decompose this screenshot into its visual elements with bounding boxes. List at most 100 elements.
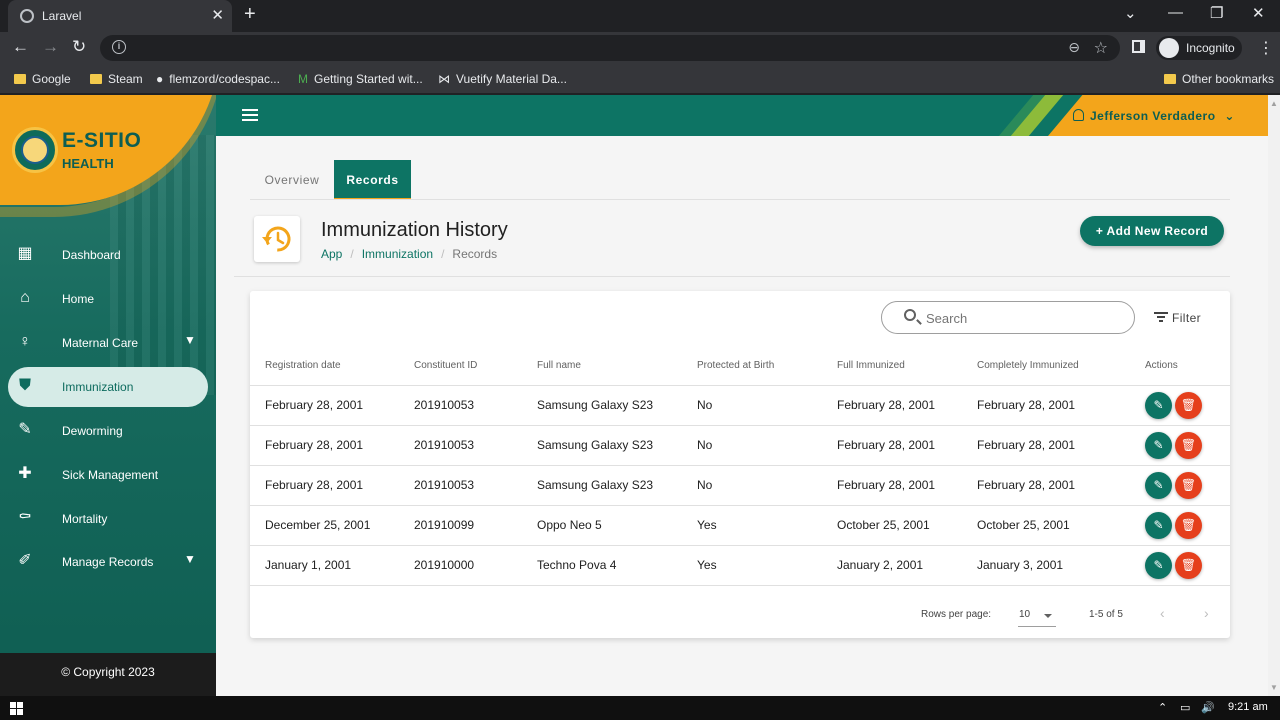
address-bar[interactable]: i ⊖ ☆ [100, 35, 1120, 61]
breadcrumb-link[interactable]: Immunization [362, 247, 433, 261]
table-row: January 1, 2001 201910000 Techno Pova 4 … [250, 545, 1230, 586]
table-row: December 25, 2001 201910099 Oppo Neo 5 Y… [250, 505, 1230, 546]
sidebar-item-dashboard[interactable]: ▦ Dashboard [0, 235, 216, 275]
other-bookmarks[interactable]: Other bookmarks [1164, 72, 1274, 86]
actions-cell: ✎ 🗑 [1130, 425, 1230, 466]
history-icon [254, 216, 300, 262]
zoom-icon[interactable]: ⊖ [1068, 39, 1080, 56]
page-scrollbar[interactable]: ▲ ▼ [1268, 95, 1280, 696]
delete-icon[interactable]: 🗑 [1175, 431, 1202, 459]
reload-icon[interactable]: ↻ [72, 37, 86, 57]
site-info-icon[interactable]: i [112, 40, 126, 54]
edit-icon[interactable]: ✎ [1145, 511, 1172, 539]
back-icon[interactable]: ← [12, 37, 29, 57]
search-input[interactable] [926, 309, 1116, 327]
sidebar-item-deworming[interactable]: ✎ Deworming [0, 411, 216, 451]
column-header[interactable]: Constituent ID [399, 346, 522, 386]
column-header[interactable]: Full name [522, 346, 682, 386]
bookmark-item[interactable]: Google [14, 72, 71, 86]
scroll-up-icon[interactable]: ▲ [1270, 99, 1278, 108]
table-cell: February 28, 2001 [962, 465, 1130, 506]
filter-button[interactable]: Filter [1154, 311, 1201, 325]
delete-icon[interactable]: 🗑 [1175, 511, 1202, 539]
tray-overflow-icon[interactable]: ⌃ [1158, 701, 1167, 714]
table-footer: Rows per page: 10 1-5 of 5 ‹ › [250, 593, 1230, 638]
tab-records[interactable]: Records [334, 160, 411, 200]
bookmark-label: Google [32, 72, 71, 86]
actions-cell: ✎ 🗑 [1130, 385, 1230, 426]
filter-icon [1154, 312, 1168, 322]
column-header[interactable]: Completely Immunized [962, 346, 1130, 386]
shield-check-icon: ⛊ [18, 377, 31, 394]
user-menu-button[interactable]: Jefferson Verdadero ⌄ [1073, 109, 1235, 123]
folder-icon [1164, 74, 1176, 84]
pagination-range: 1-5 of 5 [1089, 609, 1123, 620]
side-panel-icon[interactable] [1132, 40, 1145, 53]
browser-menu-icon[interactable]: ⋮ [1258, 38, 1274, 58]
actions-cell: ✎ 🗑 [1130, 505, 1230, 546]
column-header[interactable]: Protected at Birth [682, 346, 822, 386]
bookmarks-bar: Google Steam ● flemzord/codespac... M Gett… [0, 64, 1280, 94]
rows-per-page-select[interactable]: 10 [1018, 605, 1056, 627]
folder-icon [90, 74, 102, 84]
tab-search-icon[interactable]: ⌄ [1124, 4, 1137, 22]
delete-icon[interactable]: 🗑 [1175, 551, 1202, 579]
sidebar-item-home[interactable]: ⌂ Home [0, 279, 216, 319]
minimize-icon[interactable]: — [1168, 4, 1183, 21]
breadcrumb-link[interactable]: App [321, 247, 342, 261]
sidebar-item-immunization[interactable]: ⛊ Immunization [8, 367, 208, 407]
clock[interactable]: 9:21 am [1228, 701, 1268, 713]
bookmark-item[interactable]: M Getting Started wit... [298, 72, 423, 86]
table-row: February 28, 2001 201910053 Samsung Gala… [250, 465, 1230, 506]
column-header[interactable]: Full Immunized [822, 346, 962, 386]
scroll-down-icon[interactable]: ▼ [1270, 683, 1278, 692]
edit-icon[interactable]: ✎ [1145, 391, 1172, 419]
next-page-icon[interactable]: › [1204, 605, 1209, 621]
sidebar-item-manage-records[interactable]: ✐ Manage Records ▼ [0, 542, 216, 582]
actions-cell: ✎ 🗑 [1130, 465, 1230, 506]
edit-icon[interactable]: ✎ [1145, 551, 1172, 579]
volume-icon[interactable]: 🔊 [1201, 701, 1215, 714]
delete-icon[interactable]: 🗑 [1175, 391, 1202, 419]
sidebar-item-mortality[interactable]: ⚰ Mortality [0, 499, 216, 539]
new-tab-icon[interactable]: + [244, 3, 256, 26]
bookmark-star-icon[interactable]: ☆ [1094, 38, 1108, 58]
pencil-box-icon: ✐ [18, 552, 32, 569]
bow-icon: ⋈ [438, 72, 450, 86]
folder-icon [14, 74, 26, 84]
medical-bag-icon: ✚ [18, 465, 32, 482]
edit-icon[interactable]: ✎ [1145, 431, 1172, 459]
network-icon[interactable]: ▭ [1180, 701, 1190, 714]
forward-icon[interactable]: → [42, 37, 59, 57]
table-cell: December 25, 2001 [250, 505, 399, 546]
sidebar-item-sick-management[interactable]: ✚ Sick Management [0, 455, 216, 495]
bookmark-item[interactable]: Steam [90, 72, 143, 86]
table-row: February 28, 2001 201910053 Samsung Gala… [250, 385, 1230, 426]
delete-icon[interactable]: 🗑 [1175, 471, 1202, 499]
add-new-record-button[interactable]: + Add New Record [1080, 216, 1224, 246]
edit-icon[interactable]: ✎ [1145, 471, 1172, 499]
column-header[interactable]: Registration date [250, 346, 399, 386]
table-cell: October 25, 2001 [962, 505, 1130, 546]
restore-icon[interactable]: ❐ [1210, 4, 1223, 22]
table-cell: Samsung Galaxy S23 [522, 425, 682, 466]
incognito-badge[interactable]: Incognito [1156, 36, 1242, 60]
grave-icon: ⚰ [18, 509, 32, 526]
search-field[interactable] [881, 301, 1135, 334]
sidebar-item-maternal-care[interactable]: ♀ Maternal Care ▼ [0, 323, 216, 363]
close-window-icon[interactable]: ✕ [1252, 4, 1265, 22]
tab-overview[interactable]: Overview [250, 160, 334, 200]
menu-icon[interactable] [242, 109, 258, 121]
table-cell: January 1, 2001 [250, 545, 399, 586]
previous-page-icon[interactable]: ‹ [1160, 605, 1165, 621]
bookmark-item[interactable]: ● flemzord/codespac... [156, 72, 280, 86]
rows-per-page-value: 10 [1019, 609, 1031, 620]
windows-start-icon[interactable] [10, 702, 23, 715]
brand-sub: HEALTH [62, 156, 114, 171]
table-cell: February 28, 2001 [250, 385, 399, 426]
table-cell: February 28, 2001 [250, 465, 399, 506]
browser-tab[interactable]: Laravel ✕ [8, 0, 232, 32]
page-title: Immunization History [321, 219, 508, 241]
close-tab-icon[interactable]: ✕ [211, 6, 224, 24]
bookmark-item[interactable]: ⋈ Vuetify Material Da... [438, 72, 567, 86]
